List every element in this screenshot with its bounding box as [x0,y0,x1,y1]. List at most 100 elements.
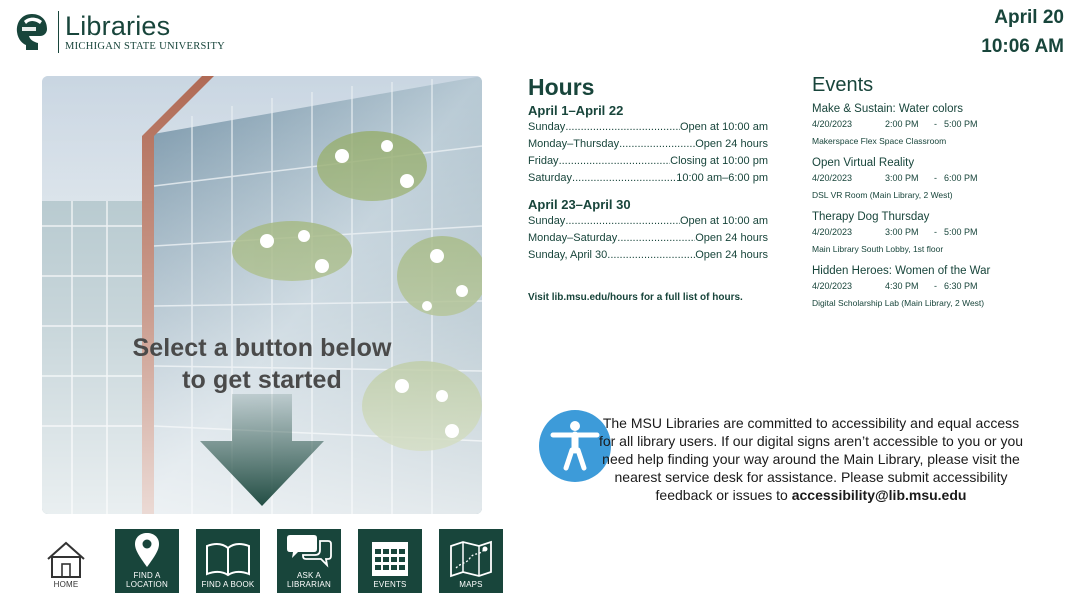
event-location: Main Library South Lobby, 1st floor [812,244,944,254]
event-start: 2:00 PM [885,119,919,129]
event-dash: - [934,227,937,237]
event-item: Open Virtual Reality 4/20/2023 3:00 PM -… [812,156,1052,201]
event-end: 5:00 PM [944,227,978,237]
logo-divider [58,11,59,53]
dot-leader [572,170,676,187]
hours-row: Sunday Open at 10:00 am [528,119,768,136]
hours-day: Friday [528,155,559,167]
hours-day: Sunday [528,215,566,227]
event-name: Therapy Dog Thursday [812,211,930,223]
hours-time: Open 24 hours [695,232,768,244]
hours-time: Open 24 hours [695,138,768,150]
event-location: DSL VR Room (Main Library, 2 West) [812,190,953,200]
dot-leader [565,213,680,230]
hero-prompt: Select a button below to get started [42,332,482,396]
find-a-location-button[interactable]: FIND A LOCATION [115,529,179,593]
hours-range-2: April 23–April 30 [528,197,631,212]
event-dash: - [934,173,937,183]
hours-panel: Hours April 1–April 22 Sunday Open at 10:… [528,74,768,303]
spartan-helmet-icon [16,14,47,50]
ask-a-librarian-label: ASK A LIBRARIAN [286,571,332,589]
logo-subtitle: MICHIGAN STATE UNIVERSITY [65,41,226,52]
find-a-book-button[interactable]: FIND A BOOK [196,529,260,593]
maps-button[interactable]: MAPS [439,529,503,593]
event-time: 4/20/2023 4:30 PM - 6:30 PM [812,280,1052,293]
event-item: Therapy Dog Thursday 4/20/2023 3:00 PM -… [812,210,1052,255]
event-date: 4/20/2023 [812,119,853,129]
hours-row: Friday Closing at 10:00 pm [528,153,768,170]
event-end: 6:00 PM [944,173,978,183]
accessibility-email: accessibility@lib.msu.edu [791,487,967,503]
event-date: 4/20/2023 [812,227,853,237]
event-time: 4/20/2023 2:00 PM - 5:00 PM [812,118,1052,131]
event-item: Make & Sustain: Water colors 4/20/2023 2… [812,102,1052,147]
events-panel: Events Make & Sustain: Water colors 4/20… [812,73,1052,318]
home-button-label: HOME [53,580,79,589]
library-building-photo [42,76,482,514]
event-end: 5:00 PM [944,119,978,129]
hours-day: Saturday [528,172,573,184]
hours-time: Open at 10:00 am [679,121,768,133]
find-a-location-label: FIND A LOCATION [126,571,168,589]
event-start: 4:30 PM [885,281,919,291]
nav-bar: HOME FIND A LOCATION FIND A BOOK ASK A L… [34,529,520,593]
hours-day: Sunday [528,121,566,133]
events-label: EVENTS [373,580,407,589]
event-start: 3:00 PM [885,227,919,237]
event-dash: - [934,281,937,291]
ask-a-librarian-button[interactable]: ASK A LIBRARIAN [277,529,341,593]
hours-row: Monday–Saturday Open 24 hours [528,230,768,247]
event-name: Make & Sustain: Water colors [812,103,964,115]
hero-panel: Select a button below to get started [42,76,482,514]
event-location: Digital Scholarship Lab (Main Library, 2… [812,298,985,308]
current-time: 10:06 AM [981,36,1064,57]
map-pin-icon [135,533,159,567]
event-start: 3:00 PM [885,173,919,183]
events-title: Events [812,74,874,96]
current-date: April 20 [994,7,1064,28]
date-time-display: April 20 10:06 AM [981,8,1064,57]
event-date: 4/20/2023 [812,173,853,183]
hours-row: Monday–Thursday Open 24 hours [528,136,768,153]
speech-bubbles-icon [287,535,332,568]
event-time: 4/20/2023 3:00 PM - 6:00 PM [812,172,1052,185]
folded-map-icon [450,540,492,578]
event-dash: - [934,119,937,129]
accessibility-notice: The MSU Libraries are committed to acces… [596,414,1026,504]
house-icon [47,541,85,578]
event-name: Hidden Heroes: Women of the War [812,265,991,277]
event-date: 4/20/2023 [812,281,853,291]
hours-day: Monday–Saturday [528,232,618,244]
events-button[interactable]: EVENTS [358,529,422,593]
event-time: 4/20/2023 3:00 PM - 5:00 PM [812,226,1052,239]
hours-range-1: April 1–April 22 [528,103,624,118]
find-a-book-label: FIND A BOOK [201,580,255,589]
hours-title: Hours [528,74,595,100]
hours-footer-link: Visit lib.msu.edu/hours for a full list … [528,292,743,303]
dot-leader [565,119,680,136]
dot-leader [617,230,695,247]
dot-leader [607,247,695,264]
hours-time: Open at 10:00 am [679,215,768,227]
dot-leader [559,153,671,170]
event-location: Makerspace Flex Space Classroom [812,136,947,146]
hours-day: Sunday, April 30 [528,249,608,261]
open-book-icon [206,542,250,577]
event-end: 6:30 PM [944,281,978,291]
home-button[interactable]: HOME [34,529,98,593]
hours-row: Sunday, April 30 Open 24 hours [528,247,768,264]
event-name: Open Virtual Reality [812,157,915,169]
hours-day: Monday–Thursday [528,138,620,150]
hours-row: Saturday 10:00 am–6:00 pm [528,170,768,187]
dot-leader [619,136,695,153]
logo-title: Libraries [65,11,171,41]
hours-time: 10:00 am–6:00 pm [676,172,768,184]
hero-prompt-line1: Select a button below [132,334,392,362]
hours-time: Open 24 hours [695,249,768,261]
hours-time: Closing at 10:00 pm [670,155,768,167]
hero-prompt-line2: to get started [182,366,342,394]
calendar-icon [372,542,408,576]
event-item: Hidden Heroes: Women of the War 4/20/202… [812,264,1052,309]
msu-libraries-logo: Libraries MICHIGAN STATE UNIVERSITY [14,11,225,53]
hours-row: Sunday Open at 10:00 am [528,213,768,230]
